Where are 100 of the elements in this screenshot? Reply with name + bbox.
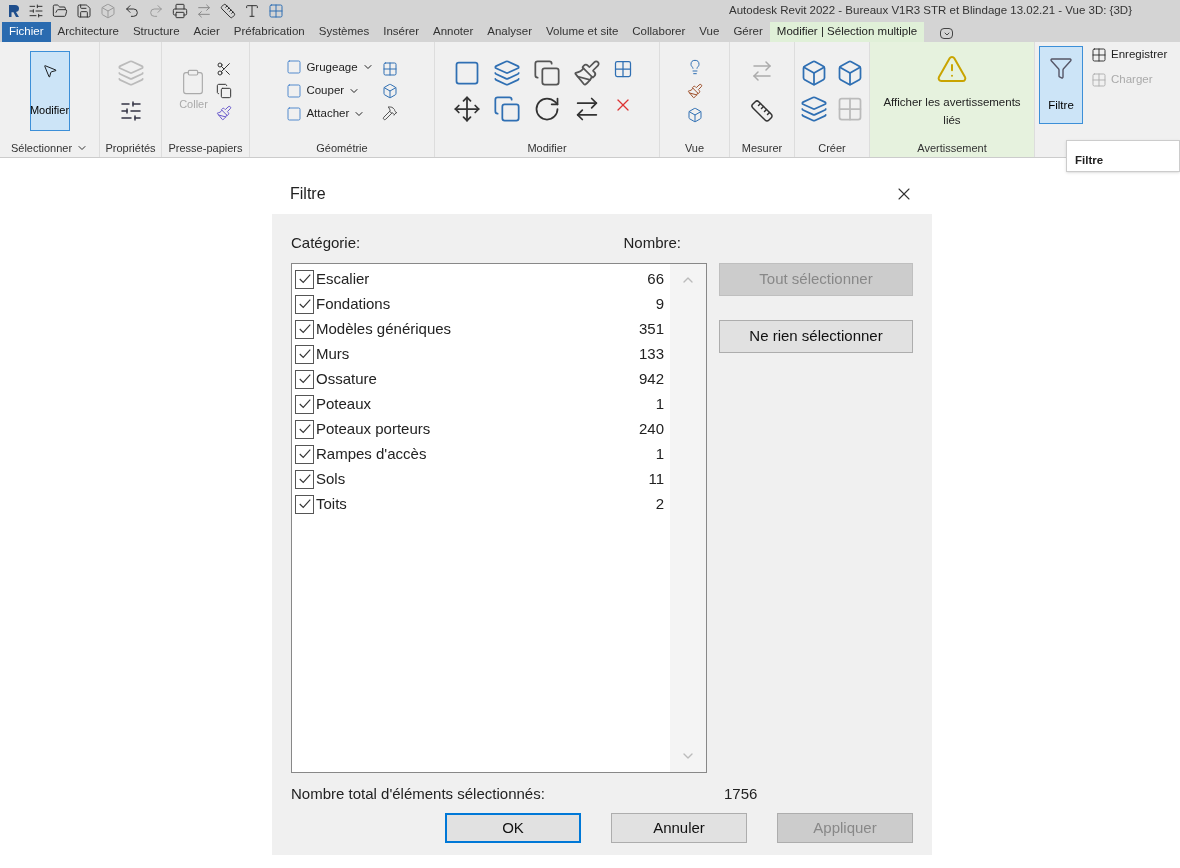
ribbon-tab[interactable]: Systèmes <box>311 22 377 42</box>
dropdown-icon[interactable] <box>940 28 954 39</box>
category-name[interactable]: Sols <box>316 467 649 491</box>
checkbox[interactable] <box>295 319 314 339</box>
cursor-icon <box>41 62 58 79</box>
checkbox[interactable] <box>295 494 314 514</box>
ribbon-tab[interactable]: Vue <box>692 22 727 42</box>
panel-label: Géométrie <box>315 140 369 156</box>
checkmark-icon <box>297 372 312 386</box>
copy-icon[interactable] <box>215 82 232 99</box>
ribbon-tab[interactable]: Gérer <box>726 22 770 42</box>
category-name[interactable]: Modèles génériques <box>316 317 639 341</box>
grid-icon[interactable] <box>381 60 398 77</box>
column-header: Catégorie: <box>291 233 361 253</box>
checkbox[interactable] <box>295 394 314 414</box>
ribbon-tab[interactable]: Insérer <box>376 22 426 42</box>
properties-icon[interactable] <box>118 98 143 123</box>
brush-icon[interactable] <box>686 82 703 99</box>
category-name[interactable]: Fondations <box>316 292 656 316</box>
window-title: Autodesk Revit 2022 - Bureaux V1R3 STR et Blindage 13.02.21 - Vue 3D: {3D} <box>729 3 1132 19</box>
checkmark-icon <box>297 297 312 311</box>
checkbox[interactable] <box>295 369 314 389</box>
geometry-button[interactable]: Attacher <box>286 105 374 123</box>
ribbon-tab[interactable]: Acier <box>186 22 227 42</box>
save-icon[interactable] <box>76 3 92 19</box>
dialog-button[interactable]: Annuler <box>611 813 747 843</box>
ribbon-tab[interactable]: Collaborer <box>625 22 693 42</box>
ribbon-tab[interactable]: Annoter <box>426 22 481 42</box>
text-icon[interactable] <box>244 3 260 19</box>
ruler-icon[interactable] <box>750 98 774 123</box>
properties-icon[interactable] <box>28 3 44 19</box>
checkbox[interactable] <box>295 419 314 439</box>
modify-button[interactable]: Modifier <box>29 50 70 131</box>
revit-logo-icon[interactable] <box>8 4 20 18</box>
category-count: 11 <box>648 468 664 489</box>
dialog-button[interactable]: Ne rien sélectionner <box>719 319 913 353</box>
checkmark-icon <box>297 497 312 511</box>
grid-icon <box>1091 46 1107 63</box>
geometry-button[interactable]: Grugeage <box>286 58 374 76</box>
column-header: Nombre: <box>623 233 681 253</box>
category-count: 1 <box>655 443 664 464</box>
ribbon-tab[interactable]: Fichier <box>2 22 51 42</box>
total-value: 1756 <box>724 783 758 804</box>
ribbon-tab[interactable]: Architecture <box>50 22 126 42</box>
checkbox[interactable] <box>295 469 314 489</box>
panel-label: Créer <box>817 140 847 156</box>
cut-icon[interactable] <box>215 60 232 77</box>
panel-label: Presse-papiers <box>167 140 244 156</box>
category-name[interactable]: Rampes d'accès <box>316 442 656 466</box>
cube-icon[interactable] <box>686 106 703 123</box>
category-name[interactable]: Escalier <box>316 267 648 291</box>
checkbox[interactable] <box>295 344 314 364</box>
category-name[interactable]: Ossature <box>316 367 639 391</box>
checkbox[interactable] <box>295 269 314 289</box>
ruler-icon[interactable] <box>220 3 236 19</box>
category-name[interactable]: Toits <box>316 492 656 516</box>
square-icon <box>286 59 303 76</box>
move-icon[interactable] <box>453 94 481 123</box>
grid-icon[interactable] <box>268 3 284 19</box>
category-name[interactable]: Poteaux porteurs <box>316 417 639 441</box>
checkmark-icon <box>297 447 312 461</box>
ribbon-tab[interactable]: Préfabrication <box>226 22 312 42</box>
dialog-title: Filtre <box>290 184 326 204</box>
ribbon-tab[interactable]: Structure <box>125 22 187 42</box>
ribbon-tab[interactable]: Modifier | Sélection multiple <box>769 22 925 42</box>
total-label: Nombre total d'éléments sélectionnés: <box>291 783 546 804</box>
tooltip-title: Filtre <box>1075 154 1104 166</box>
square-icon <box>286 105 303 122</box>
category-count: 942 <box>638 368 664 389</box>
checkmark-icon <box>297 472 312 486</box>
category-count: 9 <box>655 293 664 314</box>
hammer-icon[interactable] <box>381 104 398 121</box>
grid-icon <box>1091 71 1107 88</box>
open-icon[interactable] <box>52 3 68 19</box>
checkbox[interactable] <box>295 444 314 464</box>
category-count: 133 <box>638 343 664 364</box>
copy-icon[interactable] <box>493 94 521 123</box>
ribbon-tab[interactable]: Volume et site <box>539 22 626 42</box>
checkmark-icon <box>297 322 312 336</box>
panel-label[interactable]: Sélectionner <box>0 139 99 157</box>
panel-label: Avertissement <box>916 140 988 156</box>
square-icon <box>286 82 303 99</box>
panel-label: Mesurer <box>740 140 784 156</box>
checkmark-icon <box>297 347 312 361</box>
undo-icon[interactable] <box>124 3 140 19</box>
category-name[interactable]: Poteaux <box>316 392 656 416</box>
dialog-button[interactable]: OK <box>445 813 581 843</box>
print-icon[interactable] <box>172 3 188 19</box>
checkmark-icon <box>297 397 312 411</box>
geometry-button[interactable]: Couper <box>286 81 374 100</box>
checkmark-icon <box>297 422 312 436</box>
checkbox[interactable] <box>295 294 314 314</box>
cube-icon[interactable] <box>381 82 398 99</box>
category-name[interactable]: Murs <box>316 342 639 366</box>
warnings-button[interactable]: Afficher les avertissements liés <box>874 52 1030 129</box>
ribbon-button[interactable]: Enregistrer <box>1091 46 1168 64</box>
filter-button[interactable]: Filtre <box>1039 46 1083 124</box>
ribbon-tab[interactable]: Analyser <box>480 22 540 42</box>
category-count: 2 <box>655 493 664 514</box>
panel-label: Vue <box>683 140 706 156</box>
